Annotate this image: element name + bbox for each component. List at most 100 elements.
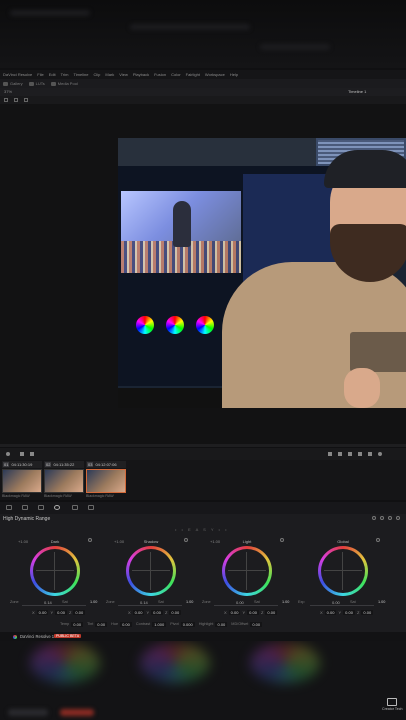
param-pivot[interactable]: Pivot 0.000 <box>170 620 195 628</box>
sat-value[interactable]: 1.00 <box>186 600 193 604</box>
option-icon[interactable] <box>388 516 392 520</box>
davinci-logo-icon <box>13 635 17 639</box>
z-value[interactable]: 0.00 <box>73 610 86 615</box>
clip-thumbnail-selected[interactable]: 03 04:12:07:06 Blackmagic RAW <box>86 461 126 499</box>
y-value[interactable]: 0.00 <box>55 610 67 615</box>
reset-icon[interactable] <box>280 538 284 542</box>
param-highlight[interactable]: Highlight 0.00 <box>199 620 228 628</box>
camera-raw-icon[interactable] <box>6 505 12 510</box>
param-value[interactable]: 0.00 <box>250 621 263 627</box>
color-wheel[interactable] <box>30 546 80 596</box>
menu-item[interactable]: View <box>119 72 128 77</box>
timeline-selector[interactable]: Timeline 1 <box>348 89 366 94</box>
param-value[interactable]: 0.000 <box>180 621 195 627</box>
motion-effects-icon[interactable] <box>88 505 94 510</box>
option-icon[interactable] <box>396 516 400 520</box>
menu-icon[interactable] <box>20 452 24 456</box>
menu-item[interactable]: DaVinci Resolve <box>3 72 32 77</box>
menu-item[interactable]: Fairlight <box>186 72 200 77</box>
gallery-icon <box>3 81 8 86</box>
speaker-icon[interactable] <box>30 452 34 456</box>
slider-value: 0.00 <box>332 600 340 605</box>
clip-thumbnail[interactable]: 02 04:11:35:22 Blackmagic RAW <box>44 461 84 499</box>
zone-slider[interactable]: 0.00 <box>310 600 374 608</box>
menu-item[interactable]: Color <box>171 72 181 77</box>
param-tint[interactable]: Tint 0.00 <box>87 620 108 628</box>
color-wheel[interactable] <box>126 546 176 596</box>
x-value[interactable]: 0.00 <box>324 610 337 615</box>
x-value[interactable]: 0.00 <box>228 610 241 615</box>
clip-thumbnail[interactable]: 01 04:11:30:19 Blackmagic RAW <box>2 461 42 499</box>
z-value[interactable]: 0.00 <box>265 610 278 615</box>
color-match-icon[interactable] <box>22 505 28 510</box>
menu-item[interactable]: Fusion <box>154 72 166 77</box>
beta-badge: PUBLIC BETA <box>54 634 82 638</box>
sat-tag: Sat <box>158 600 164 604</box>
y-value[interactable]: 0.00 <box>247 610 259 615</box>
color-wheels-icon[interactable] <box>38 505 44 510</box>
color-wheel[interactable] <box>318 546 368 596</box>
x-value[interactable]: 0.00 <box>36 610 49 615</box>
clip-icon[interactable] <box>6 452 10 456</box>
z-value[interactable]: 0.00 <box>169 610 182 615</box>
param-contrast[interactable]: Contrast 1.000 <box>136 620 167 628</box>
menu-item[interactable]: Trim <box>61 72 69 77</box>
menu-item[interactable]: Edit <box>49 72 56 77</box>
param-value[interactable]: 1.000 <box>152 621 167 627</box>
param-value[interactable]: 0.00 <box>215 621 228 627</box>
zone-global: Global Exp 0.00 Sat 1.00 X 0.00 Y 0.00 Z 0.00 <box>296 534 390 630</box>
sat-value[interactable]: 1.00 <box>378 600 385 604</box>
param-hue[interactable]: Hue 0.00 <box>111 620 132 628</box>
pen-icon[interactable] <box>24 98 28 102</box>
zoom-level[interactable]: 37% <box>4 89 12 94</box>
gallery-button[interactable]: Gallery <box>3 81 23 86</box>
monitor-color-wheel <box>196 316 214 334</box>
color-wheel[interactable] <box>222 546 272 596</box>
transport-controls <box>0 448 406 460</box>
window-icon[interactable] <box>4 98 8 102</box>
skip-back-icon[interactable] <box>328 452 332 456</box>
clip-image <box>44 469 84 493</box>
watermark-text: Creator Tech <box>382 707 403 711</box>
param-value[interactable]: 0.00 <box>95 621 108 627</box>
menu-item[interactable]: File <box>37 72 43 77</box>
y-value[interactable]: 0.00 <box>343 610 355 615</box>
param-label: Highlight <box>198 622 214 626</box>
x-value[interactable]: 0.00 <box>132 610 145 615</box>
reset-icon[interactable] <box>184 538 188 542</box>
hdr-palette-icon[interactable] <box>54 505 60 510</box>
play-reverse-icon[interactable] <box>338 452 342 456</box>
scrub-bar[interactable] <box>0 444 406 447</box>
y-value[interactable]: 0.00 <box>151 610 163 615</box>
param-md-offset[interactable]: MD/Offset 0.00 <box>231 620 263 628</box>
hand-icon[interactable] <box>14 98 18 102</box>
option-icon[interactable] <box>372 516 376 520</box>
loop-icon[interactable] <box>378 452 382 456</box>
media-pool-icon <box>50 81 56 86</box>
menu-item[interactable]: Help <box>230 72 238 77</box>
z-value[interactable]: 0.00 <box>361 610 374 615</box>
param-value[interactable]: 0.00 <box>71 621 84 627</box>
media-pool-button[interactable]: Media Pool <box>50 81 78 86</box>
menu-item[interactable]: Clip <box>93 72 100 77</box>
zone-slider[interactable]: 0.00 <box>214 600 278 608</box>
menu-item[interactable]: Playback <box>133 72 149 77</box>
sat-value[interactable]: 1.00 <box>90 600 97 604</box>
menu-item[interactable]: Timeline <box>74 72 89 77</box>
sat-value[interactable]: 1.00 <box>282 600 289 604</box>
skip-forward-icon[interactable] <box>368 452 372 456</box>
menu-item[interactable]: Mark <box>105 72 114 77</box>
zone-slider[interactable]: 0.14 <box>118 600 182 608</box>
param-value[interactable]: 0.00 <box>120 621 132 627</box>
option-icon[interactable] <box>380 516 384 520</box>
reset-icon[interactable] <box>88 538 92 542</box>
stop-icon[interactable] <box>348 452 352 456</box>
rgb-mixer-icon[interactable] <box>72 505 78 510</box>
menu-item[interactable]: Workspace <box>205 72 225 77</box>
reset-icon[interactable] <box>376 538 380 542</box>
play-icon[interactable] <box>358 452 362 456</box>
param-temp[interactable]: Temp 0.00 <box>60 620 84 628</box>
luts-button[interactable]: LUTs <box>28 81 45 86</box>
color-tool-bar <box>0 502 406 514</box>
zone-slider[interactable]: 0.14 <box>22 600 86 608</box>
